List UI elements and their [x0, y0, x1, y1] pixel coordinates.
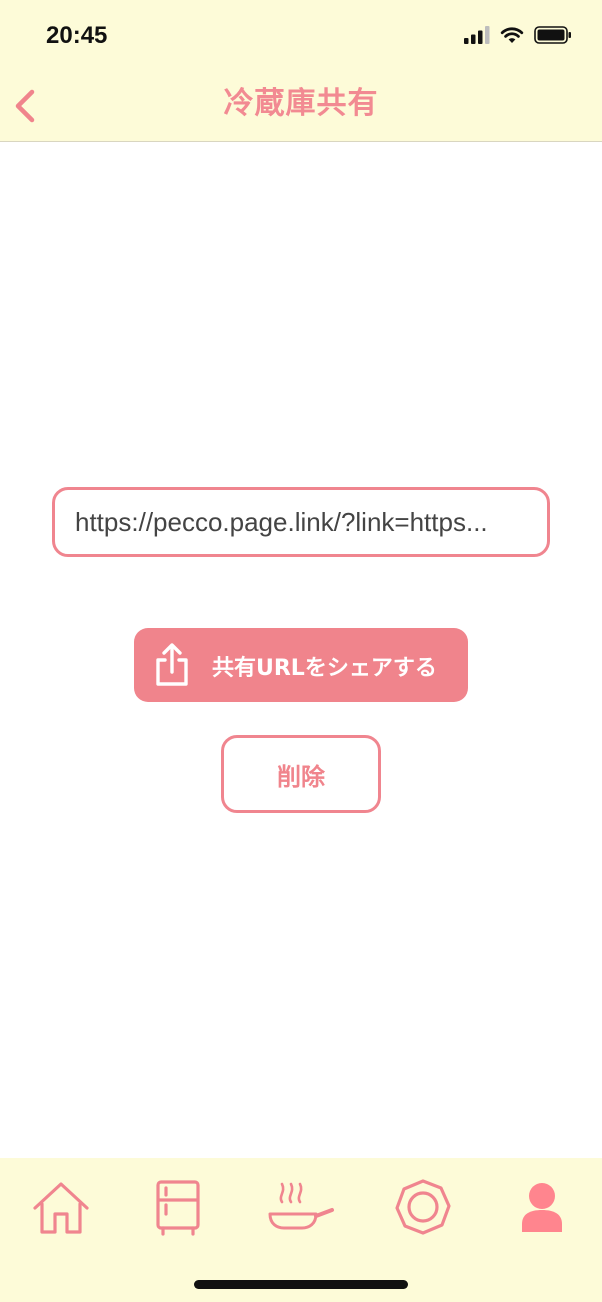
home-icon — [33, 1182, 89, 1234]
delete-button-label: 削除 — [277, 762, 325, 791]
tab-fridge[interactable] — [146, 1176, 210, 1240]
status-time: 20:45 — [46, 22, 108, 49]
tab-cooking[interactable] — [266, 1176, 338, 1240]
share-icon — [156, 643, 188, 686]
battery-icon — [534, 26, 571, 44]
octagon-icon — [395, 1179, 451, 1235]
share-url-button-label: 共有URLをシェアする — [212, 656, 437, 681]
fridge-icon — [156, 1180, 200, 1236]
share-url-value: https://pecco.page.link/?link=https... — [75, 506, 488, 537]
user-icon — [522, 1183, 562, 1232]
cooking-pan-icon — [268, 1182, 334, 1230]
tab-home[interactable] — [29, 1176, 93, 1240]
tab-settings[interactable] — [391, 1176, 455, 1240]
page-title: 冷蔵庫共有 — [223, 86, 379, 121]
delete-button[interactable]: 削除 — [221, 735, 381, 813]
share-url-field[interactable]: https://pecco.page.link/?link=https... — [52, 487, 550, 557]
wifi-icon — [500, 27, 524, 43]
signal-icon — [464, 26, 490, 44]
status-bar: 20:45 — [0, 0, 602, 70]
status-icons — [464, 26, 572, 44]
share-url-button[interactable]: 共有URLをシェアする — [134, 628, 468, 702]
nav-bar: 冷蔵庫共有 — [0, 70, 602, 142]
home-indicator — [194, 1280, 408, 1289]
tab-profile[interactable] — [510, 1176, 574, 1240]
